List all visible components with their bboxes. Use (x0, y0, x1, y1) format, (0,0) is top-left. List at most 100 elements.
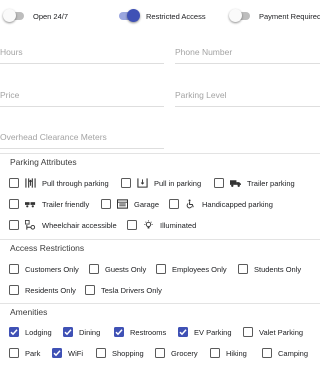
hours-field[interactable]: Hours (0, 42, 164, 64)
park-checkbox[interactable]: Park (9, 347, 40, 359)
checkbox-box[interactable] (9, 220, 19, 230)
checkbox-box[interactable] (85, 285, 95, 295)
checkbox-label: Wheelchair accessible (42, 220, 117, 230)
checkbox-label: WiFi (68, 348, 83, 358)
hiking-checkbox[interactable]: Hiking (210, 347, 247, 359)
check-icon (179, 329, 187, 336)
checkbox-label: Residents Only (25, 285, 76, 295)
students-only-checkbox[interactable]: Students Only (238, 263, 301, 275)
handicapped-parking-checkbox[interactable]: Handicapped parking (169, 198, 273, 210)
checkbox-label: Employees Only (172, 264, 227, 274)
checkbox-box[interactable] (214, 178, 224, 188)
trailer-friendly-checkbox[interactable]: Trailer friendly (9, 198, 89, 210)
checkbox-label: Hiking (226, 348, 247, 358)
checkbox-label: Students Only (254, 264, 302, 274)
checkbox-box[interactable] (169, 199, 179, 209)
toggle-track[interactable] (229, 9, 250, 22)
checkbox-box[interactable] (238, 264, 248, 274)
divider (0, 153, 320, 154)
checkbox-box[interactable] (52, 348, 62, 358)
toggle-track[interactable] (119, 9, 140, 22)
illuminated-checkbox[interactable]: Illuminated (127, 219, 196, 231)
overhead-clearance-field[interactable]: Overhead Clearance Meters (0, 127, 164, 149)
checkbox-box[interactable] (9, 178, 19, 188)
payment-required-toggle[interactable]: Payment Required (229, 8, 320, 24)
overhead-clearance-placeholder: Overhead Clearance Meters (0, 132, 107, 142)
wifi-checkbox[interactable]: WiFi (52, 347, 83, 359)
customers-only-checkbox[interactable]: Customers Only (9, 263, 79, 275)
checkbox-label: Dining (79, 327, 101, 337)
residents-only-checkbox[interactable]: Residents Only (9, 284, 76, 296)
pull-in-icon (136, 178, 148, 188)
truck-icon (229, 178, 241, 188)
checkbox-label: Camping (278, 348, 309, 358)
checkbox-box[interactable] (89, 264, 99, 274)
toggle-label: Open 24/7 (33, 11, 69, 21)
trailer-parking-checkbox[interactable]: Trailer parking (214, 177, 295, 189)
toggle-label: Payment Required (259, 11, 320, 21)
checkbox-box[interactable] (156, 264, 166, 274)
price-field[interactable]: Price (0, 85, 164, 107)
checkbox-label: Grocery (171, 348, 198, 358)
checkbox-box[interactable] (114, 327, 124, 337)
checkbox-label: EV Parking (194, 327, 232, 337)
wheelchair-accessible-checkbox[interactable]: Wheelchair accessible (9, 219, 117, 231)
pull-in-parking-checkbox[interactable]: Pull in parking (121, 177, 201, 189)
toggle-label: Restricted Access (146, 11, 206, 21)
dining-checkbox[interactable]: Dining (63, 326, 100, 338)
check-icon (115, 329, 123, 336)
checkbox-label: Shopping (112, 348, 144, 358)
restricted-access-toggle[interactable]: Restricted Access (118, 8, 206, 24)
checkbox-label: Restrooms (130, 327, 167, 337)
checkbox-box[interactable] (63, 327, 73, 337)
checkbox-label: Tesla Drivers Only (101, 285, 162, 295)
checkbox-box[interactable] (178, 327, 188, 337)
checkbox-box[interactable] (96, 348, 106, 358)
hours-placeholder: Hours (0, 47, 23, 57)
lodging-checkbox[interactable]: Lodging (9, 326, 52, 338)
checkbox-box[interactable] (9, 348, 19, 358)
guests-only-checkbox[interactable]: Guests Only (89, 263, 146, 275)
checkbox-box[interactable] (101, 199, 111, 209)
camping-checkbox[interactable]: Camping (262, 347, 308, 359)
checkbox-label: Customers Only (25, 264, 79, 274)
pull-through-parking-checkbox[interactable]: Pull through parking (9, 177, 109, 189)
tesla-drivers-only-checkbox[interactable]: Tesla Drivers Only (85, 284, 162, 296)
toggle-knob[interactable] (127, 9, 140, 22)
phone-number-field[interactable]: Phone Number (175, 42, 320, 64)
checkbox-box[interactable] (9, 327, 19, 337)
access-restrictions-title: Access Restrictions (10, 243, 85, 253)
toggle-knob[interactable] (3, 9, 16, 22)
checkbox-box[interactable] (121, 178, 131, 188)
parking-level-field[interactable]: Parking Level (175, 85, 320, 107)
checkbox-box[interactable] (155, 348, 165, 358)
checkbox-box[interactable] (9, 285, 19, 295)
grocery-checkbox[interactable]: Grocery (155, 347, 198, 359)
checkbox-box[interactable] (210, 348, 220, 358)
ev-parking-checkbox[interactable]: EV Parking (178, 326, 232, 338)
checkbox-box[interactable] (262, 348, 272, 358)
checkbox-box[interactable] (9, 199, 19, 209)
garage-checkbox[interactable]: Garage (101, 198, 159, 210)
checkbox-box[interactable] (127, 220, 137, 230)
toggle-knob[interactable] (229, 9, 242, 22)
parking-level-placeholder: Parking Level (175, 90, 227, 100)
shopping-checkbox[interactable]: Shopping (96, 347, 144, 359)
checkbox-box[interactable] (9, 264, 19, 274)
checkbox-label: Pull through parking (42, 178, 109, 188)
checkbox-label: Pull in parking (154, 178, 202, 188)
checkbox-label: Illuminated (160, 220, 197, 230)
toggle-track[interactable] (3, 9, 24, 22)
checkbox-label: Valet Parking (259, 327, 304, 337)
wheelchair-icon (184, 199, 196, 209)
price-placeholder: Price (0, 90, 20, 100)
parking-attributes-title: Parking Attributes (10, 157, 77, 167)
restrooms-checkbox[interactable]: Restrooms (114, 326, 166, 338)
checkbox-label: Lodging (25, 327, 52, 337)
open-24-7-toggle[interactable]: Open 24/7 (3, 8, 69, 24)
checkbox-box[interactable] (243, 327, 253, 337)
checkbox-label: Trailer parking (247, 178, 295, 188)
employees-only-checkbox[interactable]: Employees Only (156, 263, 227, 275)
lightbulb-icon (142, 220, 154, 230)
valet-parking-checkbox[interactable]: Valet Parking (243, 326, 303, 338)
